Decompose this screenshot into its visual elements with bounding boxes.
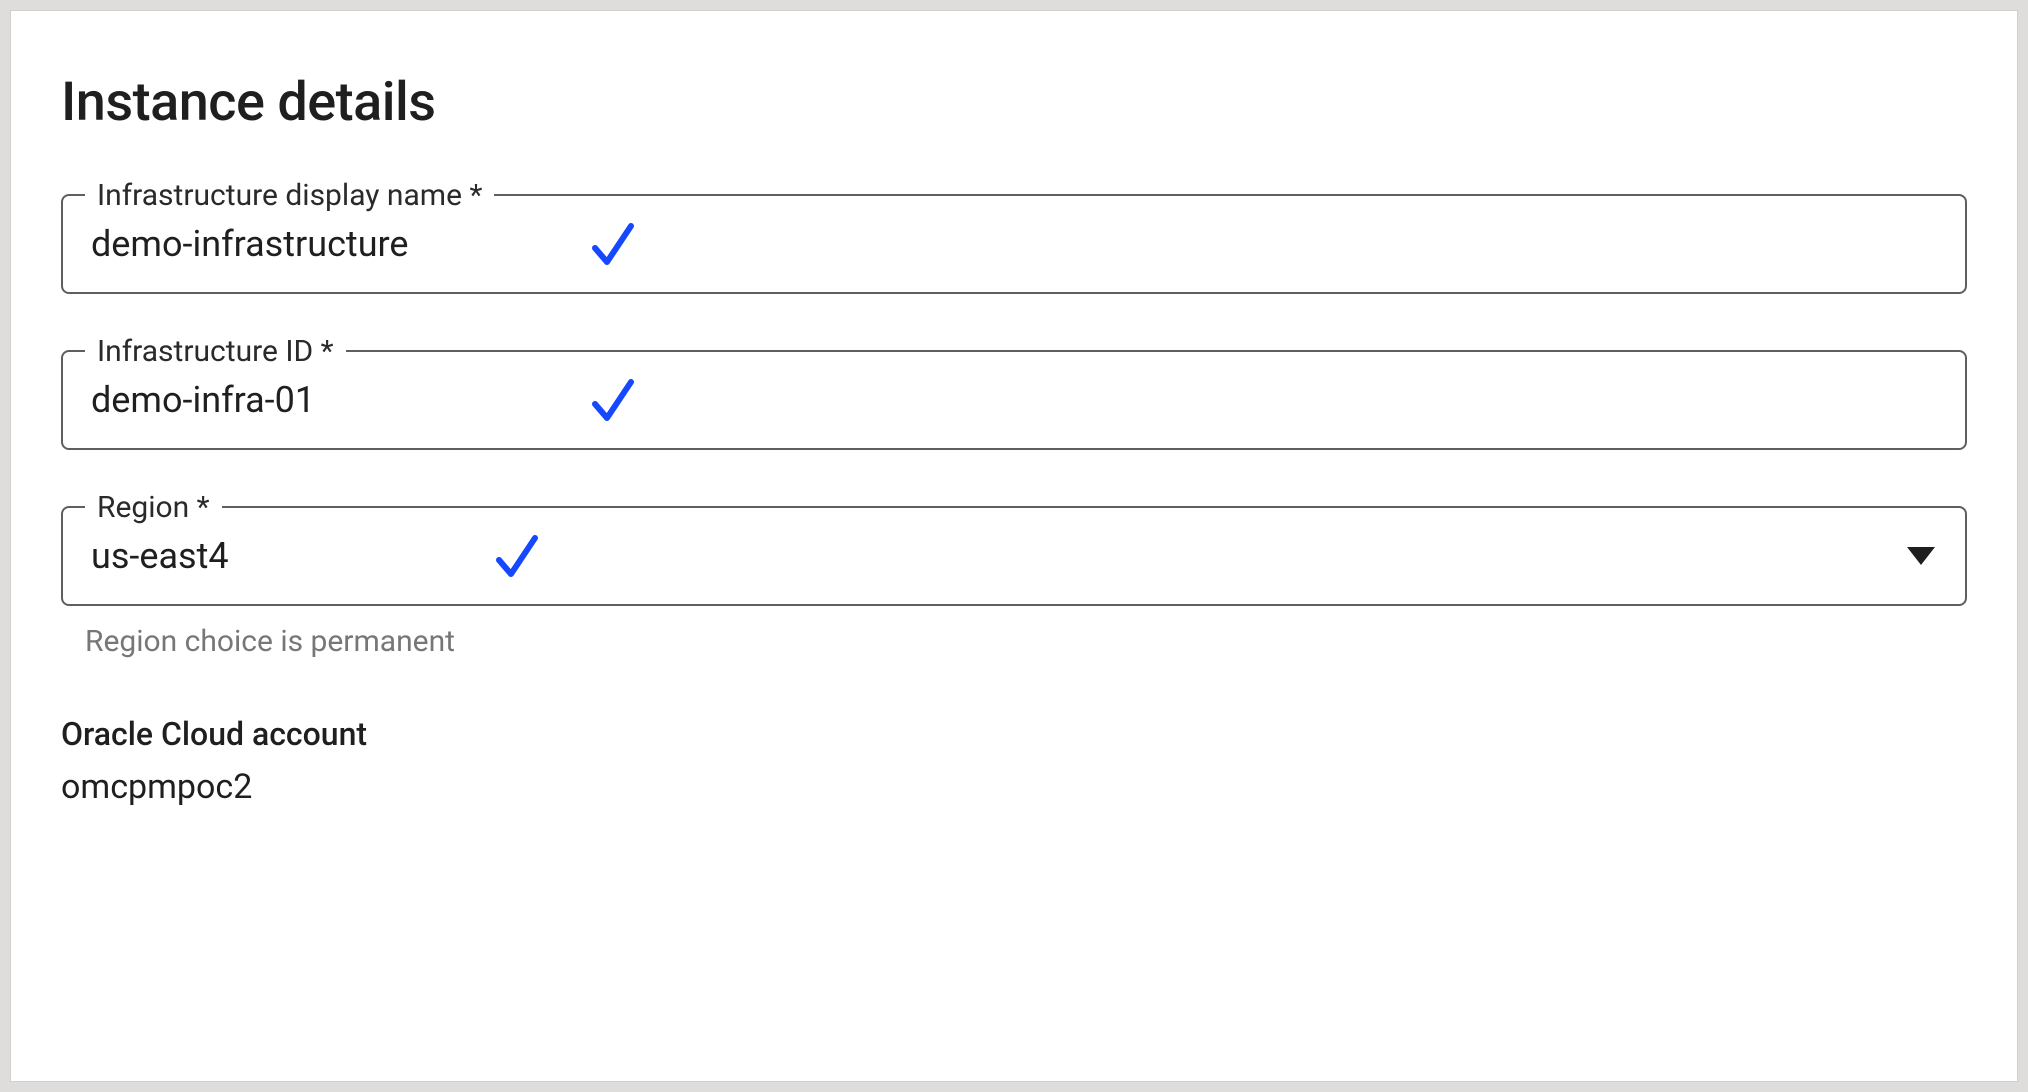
field-infrastructure-display-name: Infrastructure display name * — [61, 194, 1967, 294]
oracle-cloud-account-value: omcpmpoc2 — [61, 767, 1967, 807]
infrastructure-id-input[interactable] — [91, 379, 547, 421]
checkmark-icon — [491, 530, 543, 582]
checkmark-icon — [587, 374, 639, 426]
field-box: Region * us-east4 — [61, 506, 1967, 606]
region-select-value: us-east4 — [91, 535, 451, 577]
page-title: Instance details — [61, 71, 1967, 134]
field-box: Infrastructure display name * — [61, 194, 1967, 294]
field-label: Infrastructure ID * — [85, 334, 346, 370]
infrastructure-display-name-input[interactable] — [91, 223, 547, 265]
checkmark-icon — [587, 218, 639, 270]
region-select[interactable] — [543, 508, 1937, 604]
field-label: Region * — [85, 490, 222, 526]
region-helper-text: Region choice is permanent — [85, 624, 1967, 659]
oracle-cloud-account-label: Oracle Cloud account — [61, 715, 1967, 753]
field-infrastructure-id: Infrastructure ID * — [61, 350, 1967, 450]
chevron-down-icon[interactable] — [1907, 547, 1935, 565]
field-box: Infrastructure ID * — [61, 350, 1967, 450]
field-label: Infrastructure display name * — [85, 178, 494, 214]
instance-details-panel: Instance details Infrastructure display … — [10, 10, 2018, 1082]
field-region: Region * us-east4 — [61, 506, 1967, 606]
